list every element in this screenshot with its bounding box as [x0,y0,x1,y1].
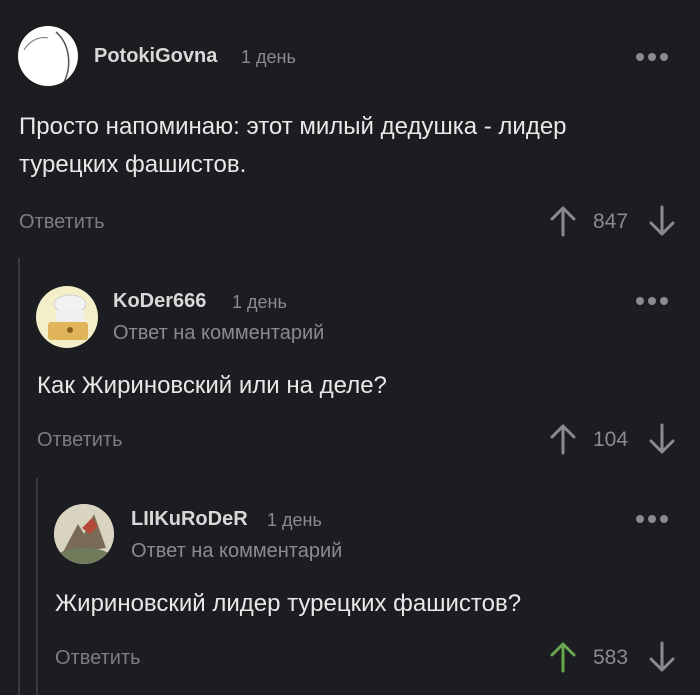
more-dots-icon[interactable] [636,53,668,61]
avatar[interactable] [18,26,78,86]
author-name[interactable]: LIIKuRoDeR [131,508,248,531]
vote-score: 583 [593,646,629,669]
chef-avatar-icon [48,294,88,340]
vote-score: 847 [593,210,629,233]
reply-to-link[interactable]: Ответ на комментарий [131,540,342,563]
comment-time: 1 день [241,47,296,67]
more-dots-icon[interactable] [636,515,668,523]
arrow-down-icon[interactable] [648,423,676,455]
author-name[interactable]: PotokiGovna [94,45,217,68]
comment-text: Как Жириновский или на деле? [37,372,387,399]
thread-line-level-1 [18,258,20,695]
avatar[interactable] [54,504,114,564]
reply-to-link[interactable]: Ответ на комментарий [113,322,324,345]
comment-text: Жириновский лидер турецких фашистов? [55,590,522,617]
more-dots-icon[interactable] [636,297,668,305]
arrow-up-icon[interactable] [549,641,577,673]
arrow-up-icon[interactable] [549,423,577,455]
avatar[interactable] [36,286,98,348]
comment-time: 1 день [232,292,287,312]
arrow-down-icon[interactable] [648,205,676,237]
arrow-up-icon[interactable] [549,205,577,237]
arrow-down-icon[interactable] [648,641,676,673]
author-name[interactable]: KoDer666 [113,290,206,313]
dragon-avatar-icon [54,504,114,564]
avatar-drawing-icon [23,31,70,83]
thread-line-level-2 [36,478,38,695]
comment-text: Просто напоминаю: этот милый дедушка - л… [19,113,567,178]
reply-button[interactable]: Ответить [55,647,141,670]
vote-score: 104 [593,428,629,451]
reply-button[interactable]: Ответить [19,211,105,234]
comment-time: 1 день [267,510,322,530]
reply-button[interactable]: Ответить [37,429,123,452]
